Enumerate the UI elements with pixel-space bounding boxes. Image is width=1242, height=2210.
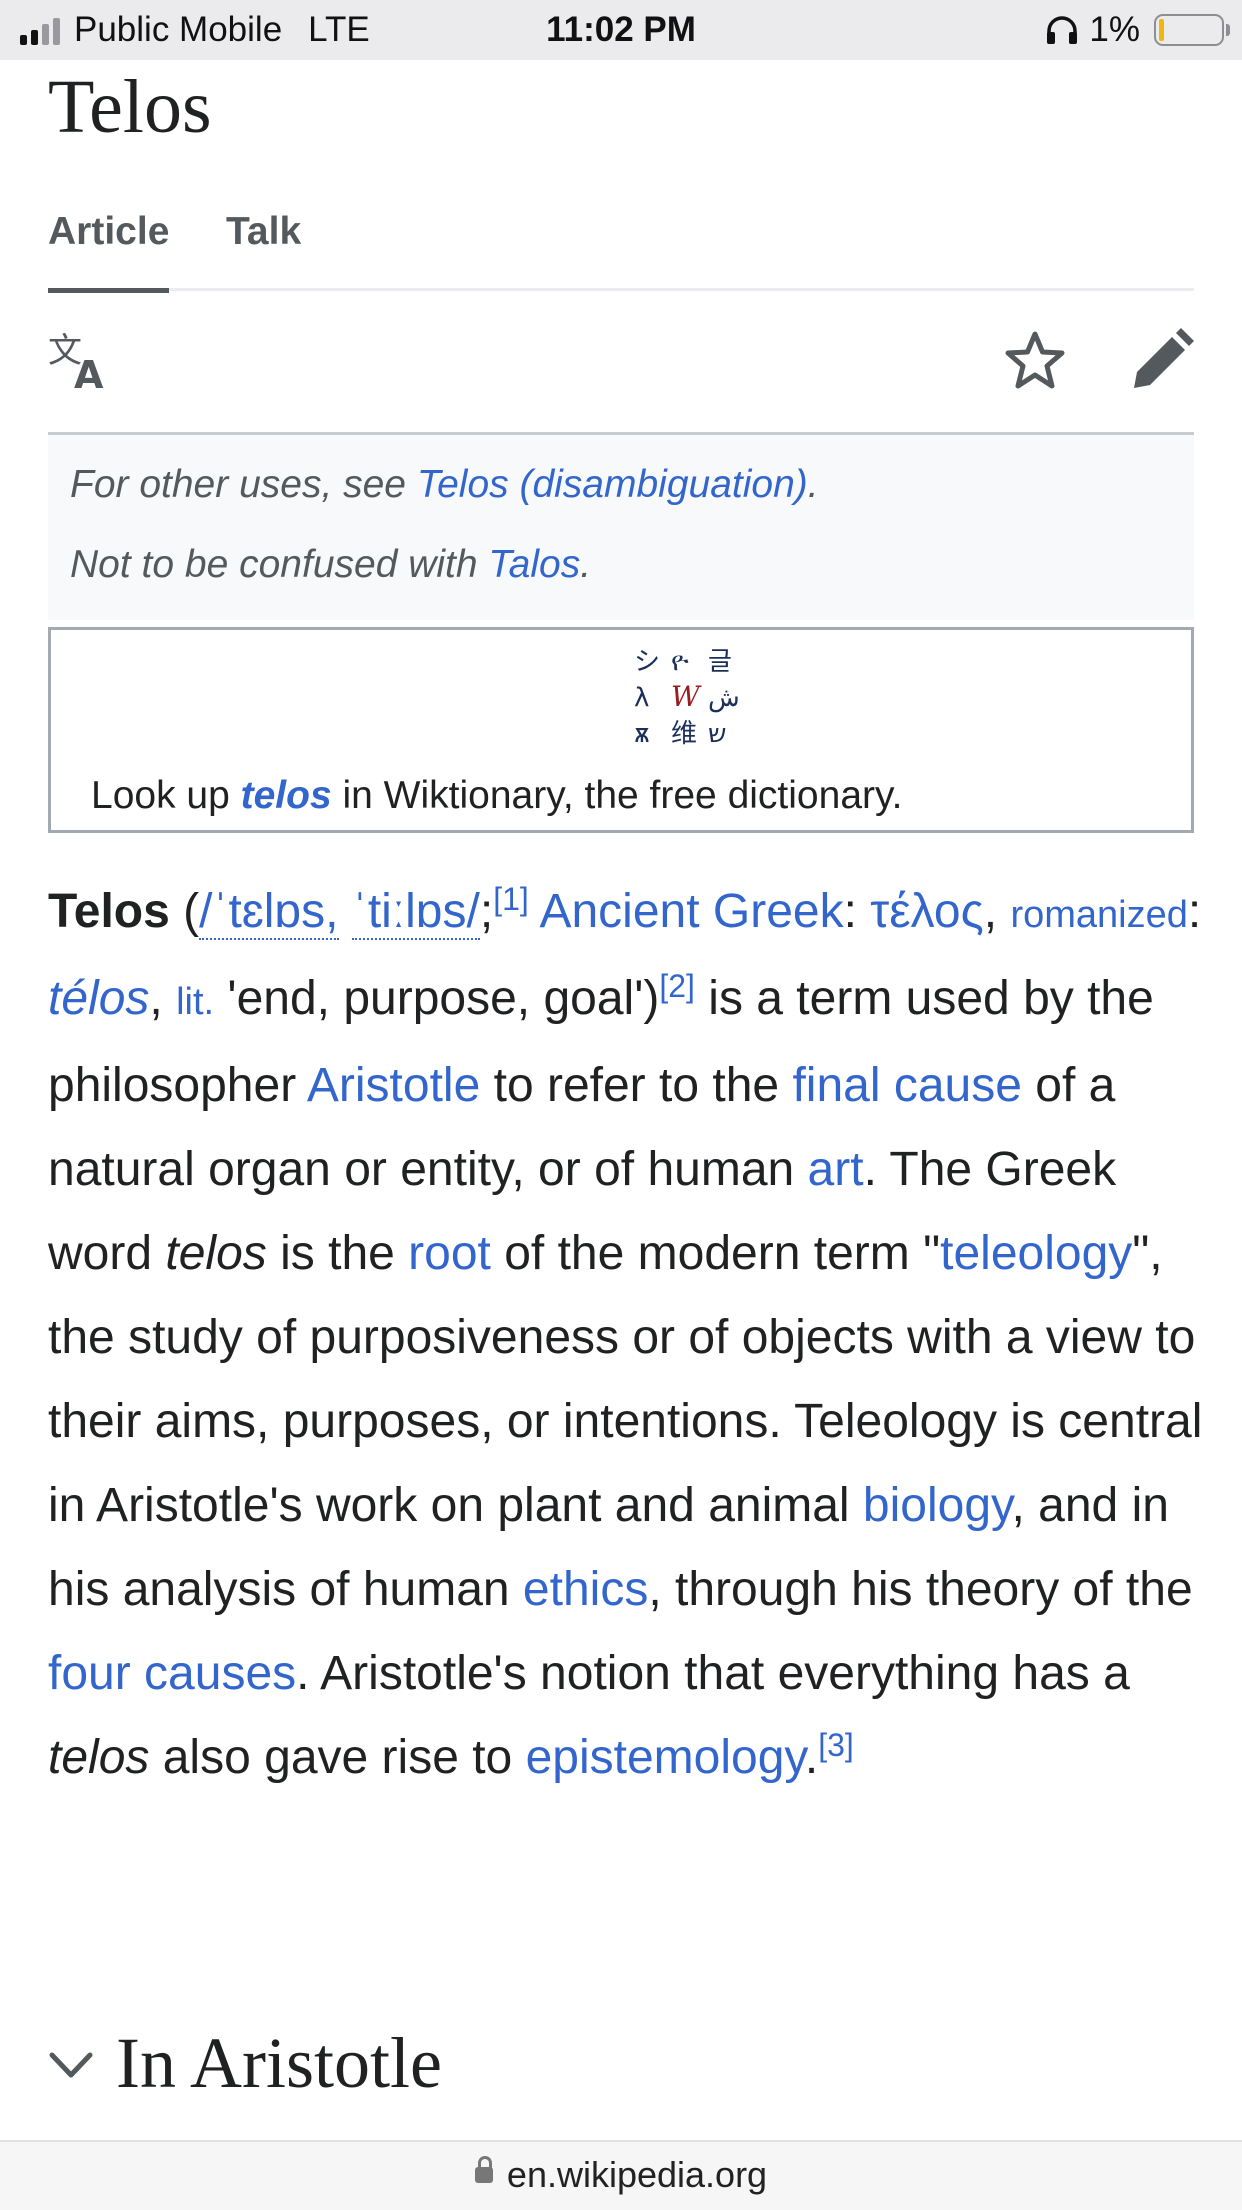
link-final-cause[interactable]: final cause <box>792 1059 1021 1112</box>
link-romanized[interactable]: romanized <box>1010 894 1187 936</box>
hatnote-other-uses: For other uses, see Telos (disambiguatio… <box>70 463 819 506</box>
edit-pencil-icon[interactable] <box>1128 328 1194 394</box>
page-actions-toolbar: 文 A <box>48 288 1194 435</box>
link-talos[interactable]: Talos <box>488 543 580 586</box>
link-literally[interactable]: lit. <box>176 981 214 1023</box>
link-biology[interactable]: biology <box>863 1479 1012 1532</box>
link-epistemology[interactable]: epistemology <box>526 1731 805 1784</box>
svg-text:글: 글 <box>708 647 732 677</box>
link-four-causes[interactable]: four causes <box>48 1647 296 1700</box>
ref-2[interactable]: [2] <box>659 968 695 1004</box>
svg-text:W: W <box>671 680 702 713</box>
link-ancient-greek[interactable]: Ancient Greek <box>539 885 843 938</box>
status-right: 1% <box>1045 10 1230 50</box>
headphones-icon <box>1047 16 1078 44</box>
section-in-aristotle[interactable]: In Aristotle <box>48 2022 442 2105</box>
wiktionary-logo-icon: シ ዮ 글 λ W ش ѫ 维 ש <box>634 647 740 749</box>
link-ethics[interactable]: ethics <box>523 1563 648 1616</box>
tab-article[interactable]: Article <box>48 210 170 293</box>
lead-term: Telos <box>48 885 170 938</box>
svg-text:维: 维 <box>671 719 697 749</box>
svg-text:λ: λ <box>634 683 649 713</box>
language-icon[interactable]: 文 A <box>48 328 114 394</box>
ipa-pronunciation-1[interactable]: /ˈtɛlɒs, <box>199 885 339 940</box>
svg-text:ש: ש <box>708 719 726 749</box>
link-teleology[interactable]: teleology <box>940 1227 1132 1280</box>
wiktionary-box: シ ዮ 글 λ W ش ѫ 维 ש Look up telos in Wikti… <box>48 627 1194 833</box>
ref-3[interactable]: [3] <box>818 1727 854 1763</box>
link-wiktionary-telos[interactable]: telos <box>241 774 332 817</box>
page-title: Telos <box>48 65 212 149</box>
hatnote-box: For other uses, see Telos (disambiguatio… <box>48 435 1194 620</box>
ref-1[interactable]: [1] <box>493 881 529 917</box>
chevron-down-icon[interactable] <box>48 2041 94 2087</box>
lock-icon <box>474 2156 493 2184</box>
link-greek-word[interactable]: τέλος <box>870 885 983 938</box>
link-root[interactable]: root <box>408 1227 491 1280</box>
svg-text:ѫ: ѫ <box>634 719 650 749</box>
wiktionary-text: Look up telos in Wiktionary, the free di… <box>91 774 903 817</box>
svg-text:A: A <box>74 353 104 394</box>
section-heading: In Aristotle <box>116 2023 442 2103</box>
tab-talk[interactable]: Talk <box>226 210 301 288</box>
ipa-pronunciation-2[interactable]: ˈtiːlɒs/ <box>351 885 480 940</box>
intro-paragraph: Telos (/ˈtɛlɒs, ˈtiːlɒs/;[1] Ancient Gre… <box>48 881 1203 1784</box>
battery-percent: 1% <box>1089 10 1140 49</box>
svg-text:シ: シ <box>634 647 660 677</box>
status-bar: Public Mobile LTE 11:02 PM 1% <box>0 0 1242 60</box>
hatnote-not-confused: Not to be confused with Talos. <box>70 543 592 586</box>
browser-url-bar[interactable]: en.wikipedia.org <box>0 2140 1242 2210</box>
page-tabs: Article Talk <box>48 204 1194 293</box>
svg-text:ش: ش <box>708 683 740 713</box>
link-art[interactable]: art <box>808 1143 864 1196</box>
romanized-word: télos <box>48 972 150 1025</box>
svg-text:ዮ: ዮ <box>671 647 689 677</box>
link-telos-disambiguation[interactable]: Telos (disambiguation) <box>417 463 808 506</box>
url-display[interactable]: en.wikipedia.org <box>0 2154 1242 2196</box>
star-icon[interactable] <box>1002 328 1068 394</box>
battery-icon <box>1154 14 1230 46</box>
link-aristotle[interactable]: Aristotle <box>307 1059 480 1112</box>
